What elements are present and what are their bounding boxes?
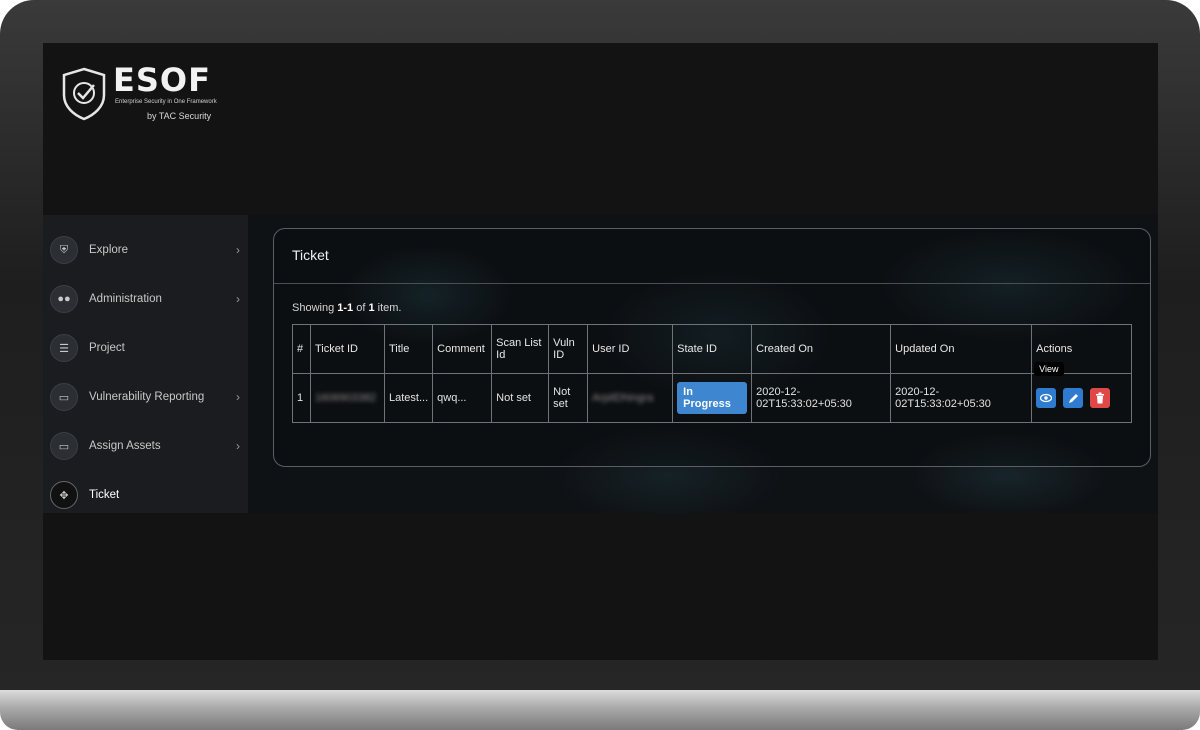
shield-check-logo-icon	[62, 67, 106, 121]
column-header-title[interactable]: Title	[383, 324, 434, 374]
column-header-created-on[interactable]: Created On	[751, 324, 892, 374]
pencil-icon	[1068, 393, 1078, 403]
divider	[274, 283, 1150, 284]
column-header-vuln-id[interactable]: Vuln ID	[548, 324, 589, 374]
view-button[interactable]	[1036, 388, 1057, 408]
results-summary: Showing 1-1 of 1 item.	[292, 302, 402, 314]
sidebar-item-label: Assign Assets	[89, 440, 161, 452]
brand-logo[interactable]: ESOF Enterprise Security in One Framewor…	[61, 61, 231, 127]
shield-icon: ⛨	[50, 236, 78, 264]
sidebar-item-label: Vulnerability Reporting	[89, 391, 205, 403]
column-header-number[interactable]: #	[292, 324, 311, 374]
cell-state-id: In Progress	[672, 373, 753, 423]
cell-number: 1	[292, 373, 311, 423]
column-header-ticket-id[interactable]: Ticket ID	[310, 324, 385, 374]
ticket-table: # Ticket ID Title Comment Scan List Id V…	[292, 324, 1132, 423]
edit-button[interactable]	[1063, 388, 1084, 408]
sidebar-item-ticket[interactable]: ✥ Ticket	[43, 475, 248, 515]
ticket-icon: ✥	[50, 481, 78, 509]
sidebar-item-label: Administration	[89, 293, 162, 305]
cell-user-id: ArpitDhingra	[587, 373, 674, 423]
main-content: Ticket Showing 1-1 of 1 item. # Ticket I…	[248, 215, 1158, 513]
brand-tagline: Enterprise Security in One Framework	[115, 99, 217, 105]
cell-title: Latest...	[383, 373, 434, 423]
column-header-comment[interactable]: Comment	[432, 324, 493, 374]
summary-middle: of	[353, 302, 369, 314]
table-header-row: # Ticket ID Title Comment Scan List Id V…	[292, 324, 1132, 374]
column-header-updated-on[interactable]: Updated On	[890, 324, 1033, 374]
delete-button[interactable]	[1090, 388, 1111, 408]
ticket-card: Ticket Showing 1-1 of 1 item. # Ticket I…	[273, 228, 1151, 467]
table-row: 1 1606903382 Latest... qwq... Not set No…	[292, 362, 1132, 423]
chevron-right-icon: ›	[236, 243, 240, 257]
sidebar-item-label: Project	[89, 342, 125, 354]
cell-ticket-id: 1606903382	[310, 373, 385, 423]
chevron-right-icon: ›	[236, 292, 240, 306]
summary-range: 1-1	[337, 302, 354, 314]
eye-icon	[1040, 393, 1053, 403]
trash-icon	[1096, 392, 1105, 404]
column-header-state-id[interactable]: State ID	[672, 324, 753, 374]
sidebar-item-assign-assets[interactable]: ▭ Assign Assets ›	[43, 426, 248, 466]
summary-prefix: Showing	[292, 302, 338, 314]
cell-updated-on: 2020-12-02T15:33:02+05:30	[890, 373, 1033, 423]
view-tooltip: View	[1034, 362, 1064, 376]
app-screen: ESOF Enterprise Security in One Framewor…	[43, 43, 1158, 660]
chevron-right-icon: ›	[236, 439, 240, 453]
sidebar-item-project[interactable]: ☰ Project	[43, 328, 248, 368]
sidebar: ⛨ Explore › ●● Administration › ☰ Projec…	[43, 215, 248, 513]
page-title: Ticket	[292, 247, 329, 263]
users-icon: ●●	[50, 285, 78, 313]
window-icon: ▭	[50, 432, 78, 460]
sidebar-item-vulnerability-reporting[interactable]: ▭ Vulnerability Reporting ›	[43, 377, 248, 417]
sidebar-item-explore[interactable]: ⛨ Explore ›	[43, 230, 248, 270]
column-header-scan-list-id[interactable]: Scan List Id	[491, 324, 550, 374]
sidebar-item-label: Ticket	[89, 489, 120, 501]
status-badge: In Progress	[677, 382, 748, 414]
sidebar-item-administration[interactable]: ●● Administration ›	[43, 279, 248, 319]
user-id-value: ArpitDhingra	[592, 392, 654, 404]
brand-byline: by TAC Security	[147, 111, 212, 121]
column-header-user-id[interactable]: User ID	[587, 324, 674, 374]
sidebar-item-label: Explore	[89, 244, 128, 256]
summary-suffix: item.	[374, 302, 402, 314]
cell-scan-list-id: Not set	[491, 373, 550, 423]
cell-actions: View	[1031, 362, 1132, 423]
ticket-id-value: 1606903382	[315, 392, 377, 404]
cell-created-on: 2020-12-02T15:33:02+05:30	[751, 373, 892, 423]
list-icon: ☰	[50, 334, 78, 362]
cell-comment: qwq...	[432, 373, 493, 423]
laptop-base	[0, 690, 1200, 730]
window-icon: ▭	[50, 383, 78, 411]
chevron-right-icon: ›	[236, 390, 240, 404]
cell-vuln-id: Not set	[548, 373, 589, 423]
brand-name: ESOF	[113, 61, 211, 99]
